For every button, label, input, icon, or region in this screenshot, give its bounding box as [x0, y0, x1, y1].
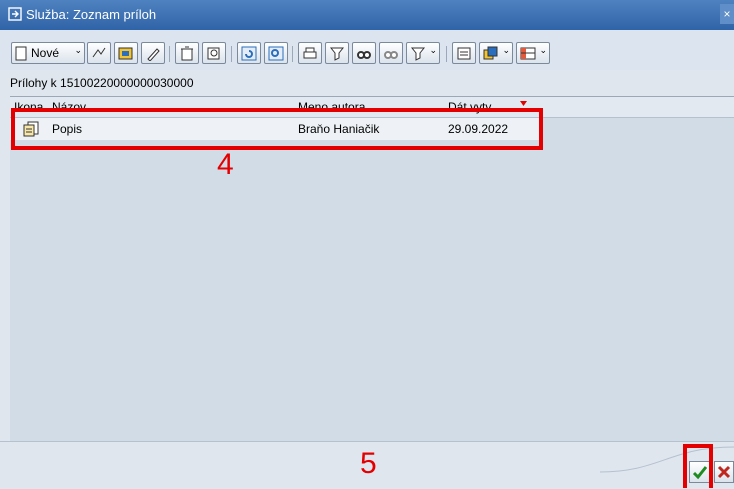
close-icon[interactable]: ×	[720, 4, 734, 24]
sort-indicator-icon	[520, 101, 527, 106]
display-button[interactable]	[114, 42, 138, 64]
refresh-icon	[241, 46, 257, 61]
layout-icon	[520, 47, 536, 60]
toolbar-separator	[446, 46, 447, 62]
export-icon	[457, 47, 471, 60]
attachments-caption: Prílohy k 15100220000000030000	[10, 76, 194, 90]
refresh-button[interactable]	[237, 42, 261, 64]
chevron-down-icon: ⌄	[74, 45, 82, 55]
filter-icon	[329, 47, 345, 61]
find-next-button[interactable]	[379, 42, 403, 64]
detail-button[interactable]	[202, 42, 226, 64]
copy-button[interactable]: ⌄	[479, 42, 513, 64]
chevron-down-icon: ⌄	[539, 45, 547, 55]
toolbar: Nové ⌄ ⌄ ⌄ ⌄	[0, 30, 734, 70]
window-title: Služba: Zoznam príloh	[26, 7, 157, 22]
delete-button[interactable]	[175, 42, 199, 64]
copy-icon	[483, 46, 498, 60]
window-titlebar: Služba: Zoznam príloh ×	[0, 0, 734, 30]
edit-pencil-icon	[147, 48, 160, 61]
export-button[interactable]	[452, 42, 476, 64]
filter-button[interactable]	[325, 42, 349, 64]
zoom-button[interactable]	[264, 42, 288, 64]
cancel-x-icon	[717, 465, 731, 479]
link-button[interactable]	[87, 42, 111, 64]
annotation-step-5: 5	[360, 447, 377, 480]
link-icon	[92, 47, 106, 58]
cancel-button[interactable]	[714, 461, 734, 483]
chevron-down-icon: ⌄	[429, 45, 437, 55]
toolbar-separator	[169, 46, 170, 62]
print-button[interactable]	[298, 42, 322, 64]
annotation-step-4: 4	[217, 148, 234, 181]
zoom-icon	[268, 46, 284, 61]
layout-button[interactable]: ⌄	[516, 42, 550, 64]
find-next-icon	[384, 51, 398, 59]
set-filter-button[interactable]: ⌄	[406, 42, 440, 64]
find-icon	[357, 51, 371, 59]
display-icon	[118, 47, 133, 60]
toolbar-separator	[292, 46, 293, 62]
toolbar-separator	[231, 46, 232, 62]
annotation-button-highlight	[683, 444, 713, 488]
set-filter-icon	[410, 47, 426, 61]
detail-icon	[207, 47, 220, 60]
print-icon	[303, 47, 317, 59]
new-button[interactable]: Nové ⌄	[11, 42, 85, 64]
find-button[interactable]	[352, 42, 376, 64]
annotation-row-highlight	[11, 108, 543, 150]
edit-button[interactable]	[141, 42, 165, 64]
delete-trash-icon	[181, 46, 193, 61]
window-icon	[8, 7, 22, 21]
new-doc-icon	[15, 46, 27, 61]
chevron-down-icon: ⌄	[502, 45, 510, 55]
